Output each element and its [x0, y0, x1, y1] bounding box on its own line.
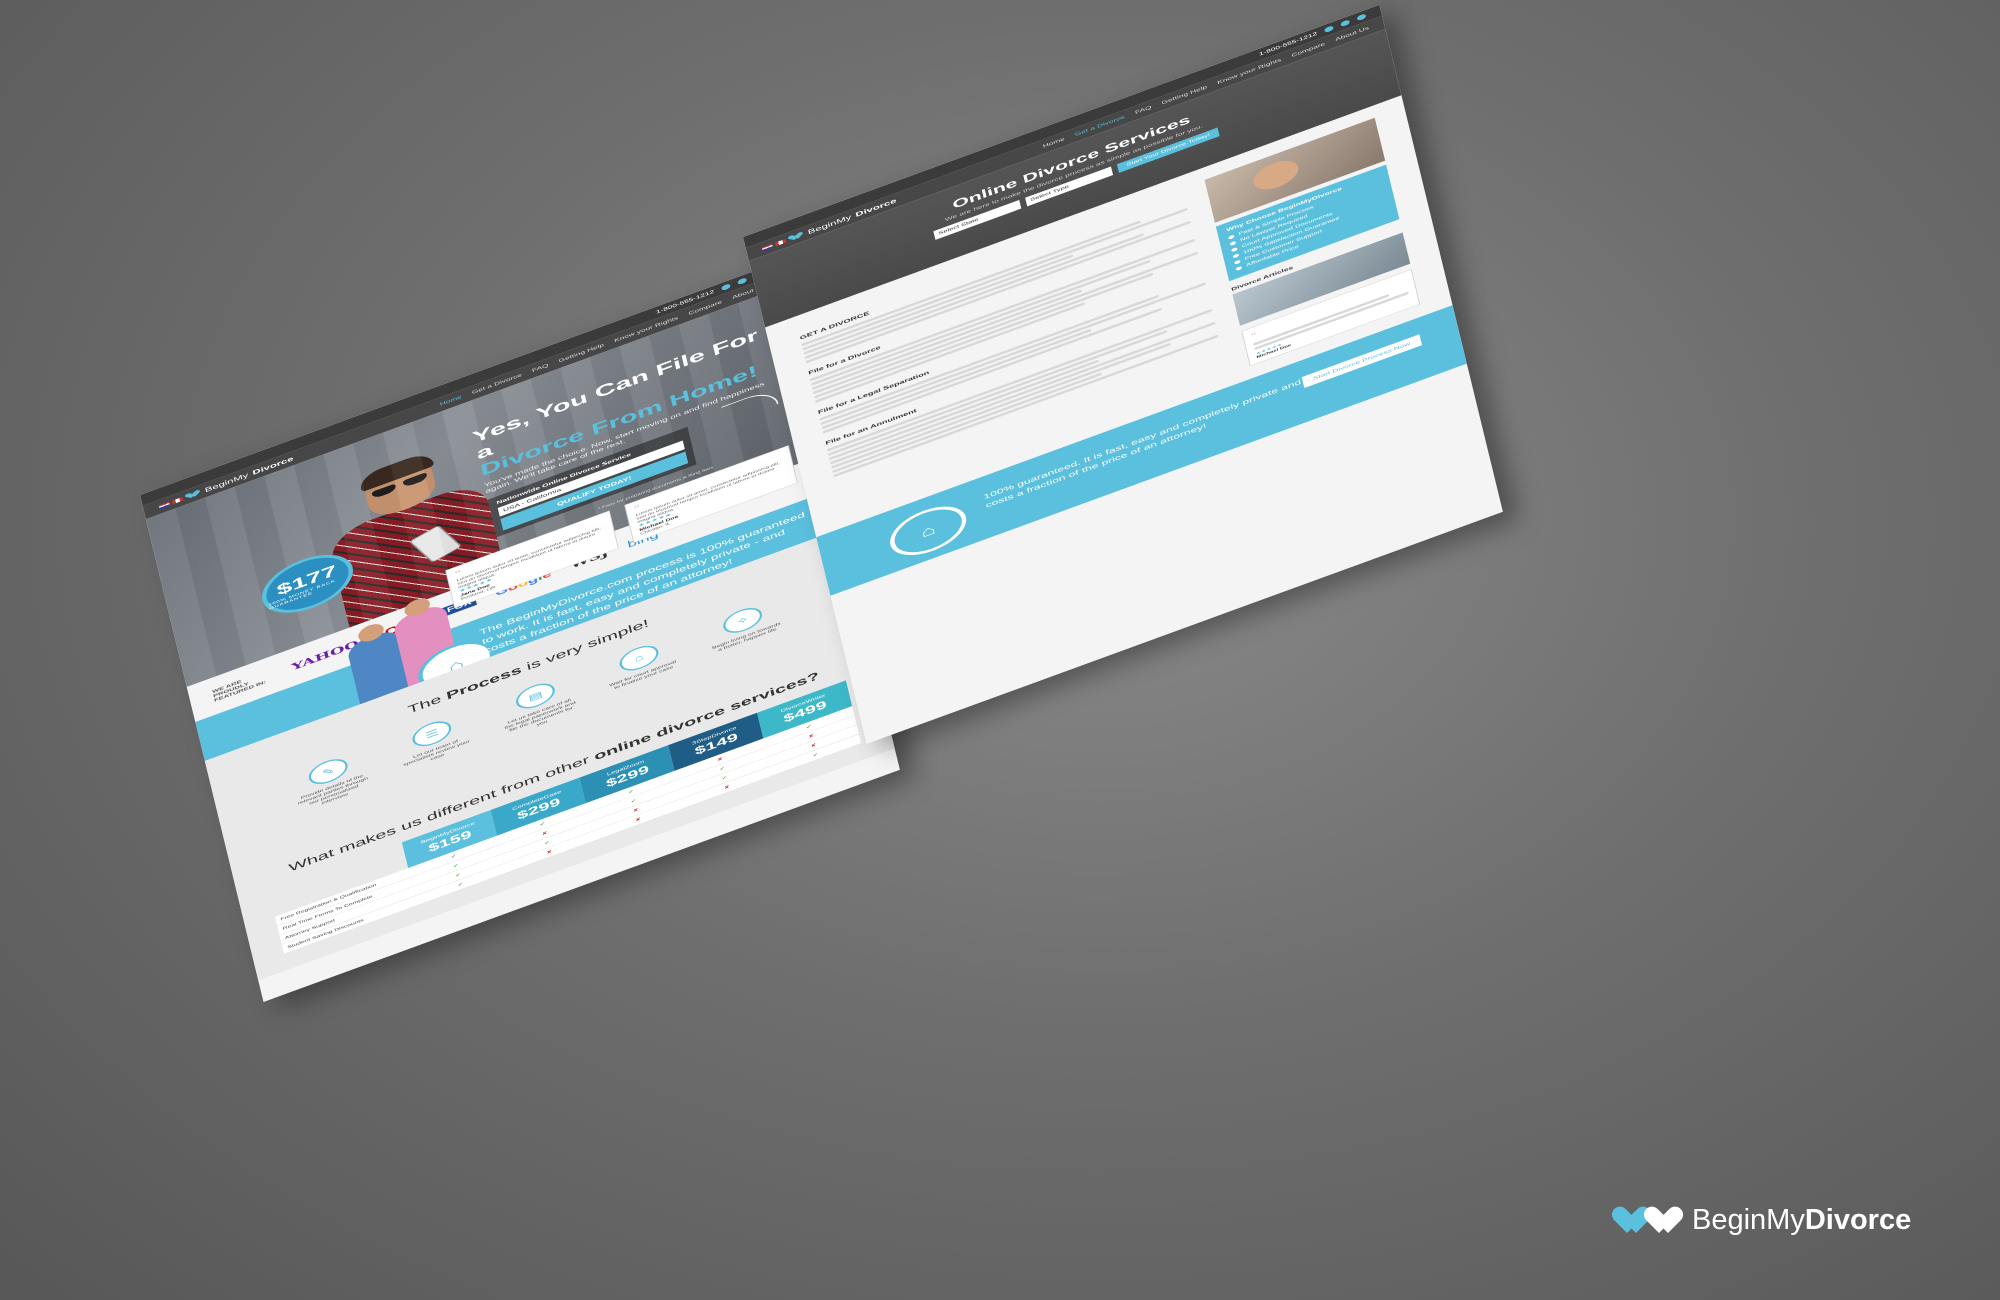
- facebook-icon[interactable]: [1323, 25, 1334, 34]
- broken-hearts-icon: [1620, 1207, 1682, 1235]
- process-step: ✎ Provide details of the relevant parties…: [289, 748, 373, 814]
- canada-flag-icon[interactable]: [171, 496, 184, 505]
- google-plus-icon[interactable]: [1356, 13, 1367, 22]
- twitter-icon[interactable]: [1340, 19, 1351, 28]
- process-step: ⌂ Wait for court approval to finalize you…: [600, 635, 684, 701]
- process-step: ✧ Begin living on towards a better, happi…: [703, 597, 787, 663]
- heart-logo-icon: [791, 231, 804, 241]
- services-page-sheet: 1-800-555-1212 BeginMy Divorce Home Get a…: [743, 4, 1503, 745]
- facebook-icon[interactable]: [720, 283, 731, 292]
- price-badge: $177 100% MONEY BACK GUARANTEE: [256, 543, 359, 625]
- heart-logo-icon: [188, 489, 201, 499]
- usa-flag-icon[interactable]: [158, 501, 170, 509]
- process-step: ☰ Let our team of specialists review your…: [392, 710, 476, 776]
- canada-flag-icon[interactable]: [774, 238, 787, 247]
- guarantee-seal-icon: ⌂: [885, 497, 971, 565]
- brand-watermark-logo: BeginMyDivorce: [1620, 1204, 1911, 1237]
- twitter-icon[interactable]: [737, 277, 748, 286]
- smartphone-icon: [408, 524, 463, 563]
- mockup-stage: 1-800-555-1212 BeginMy Divorce Home Get a…: [0, 0, 2000, 1300]
- usa-flag-icon[interactable]: [761, 243, 773, 251]
- process-step: ▤ Let us take care of all the legal paper…: [496, 672, 580, 738]
